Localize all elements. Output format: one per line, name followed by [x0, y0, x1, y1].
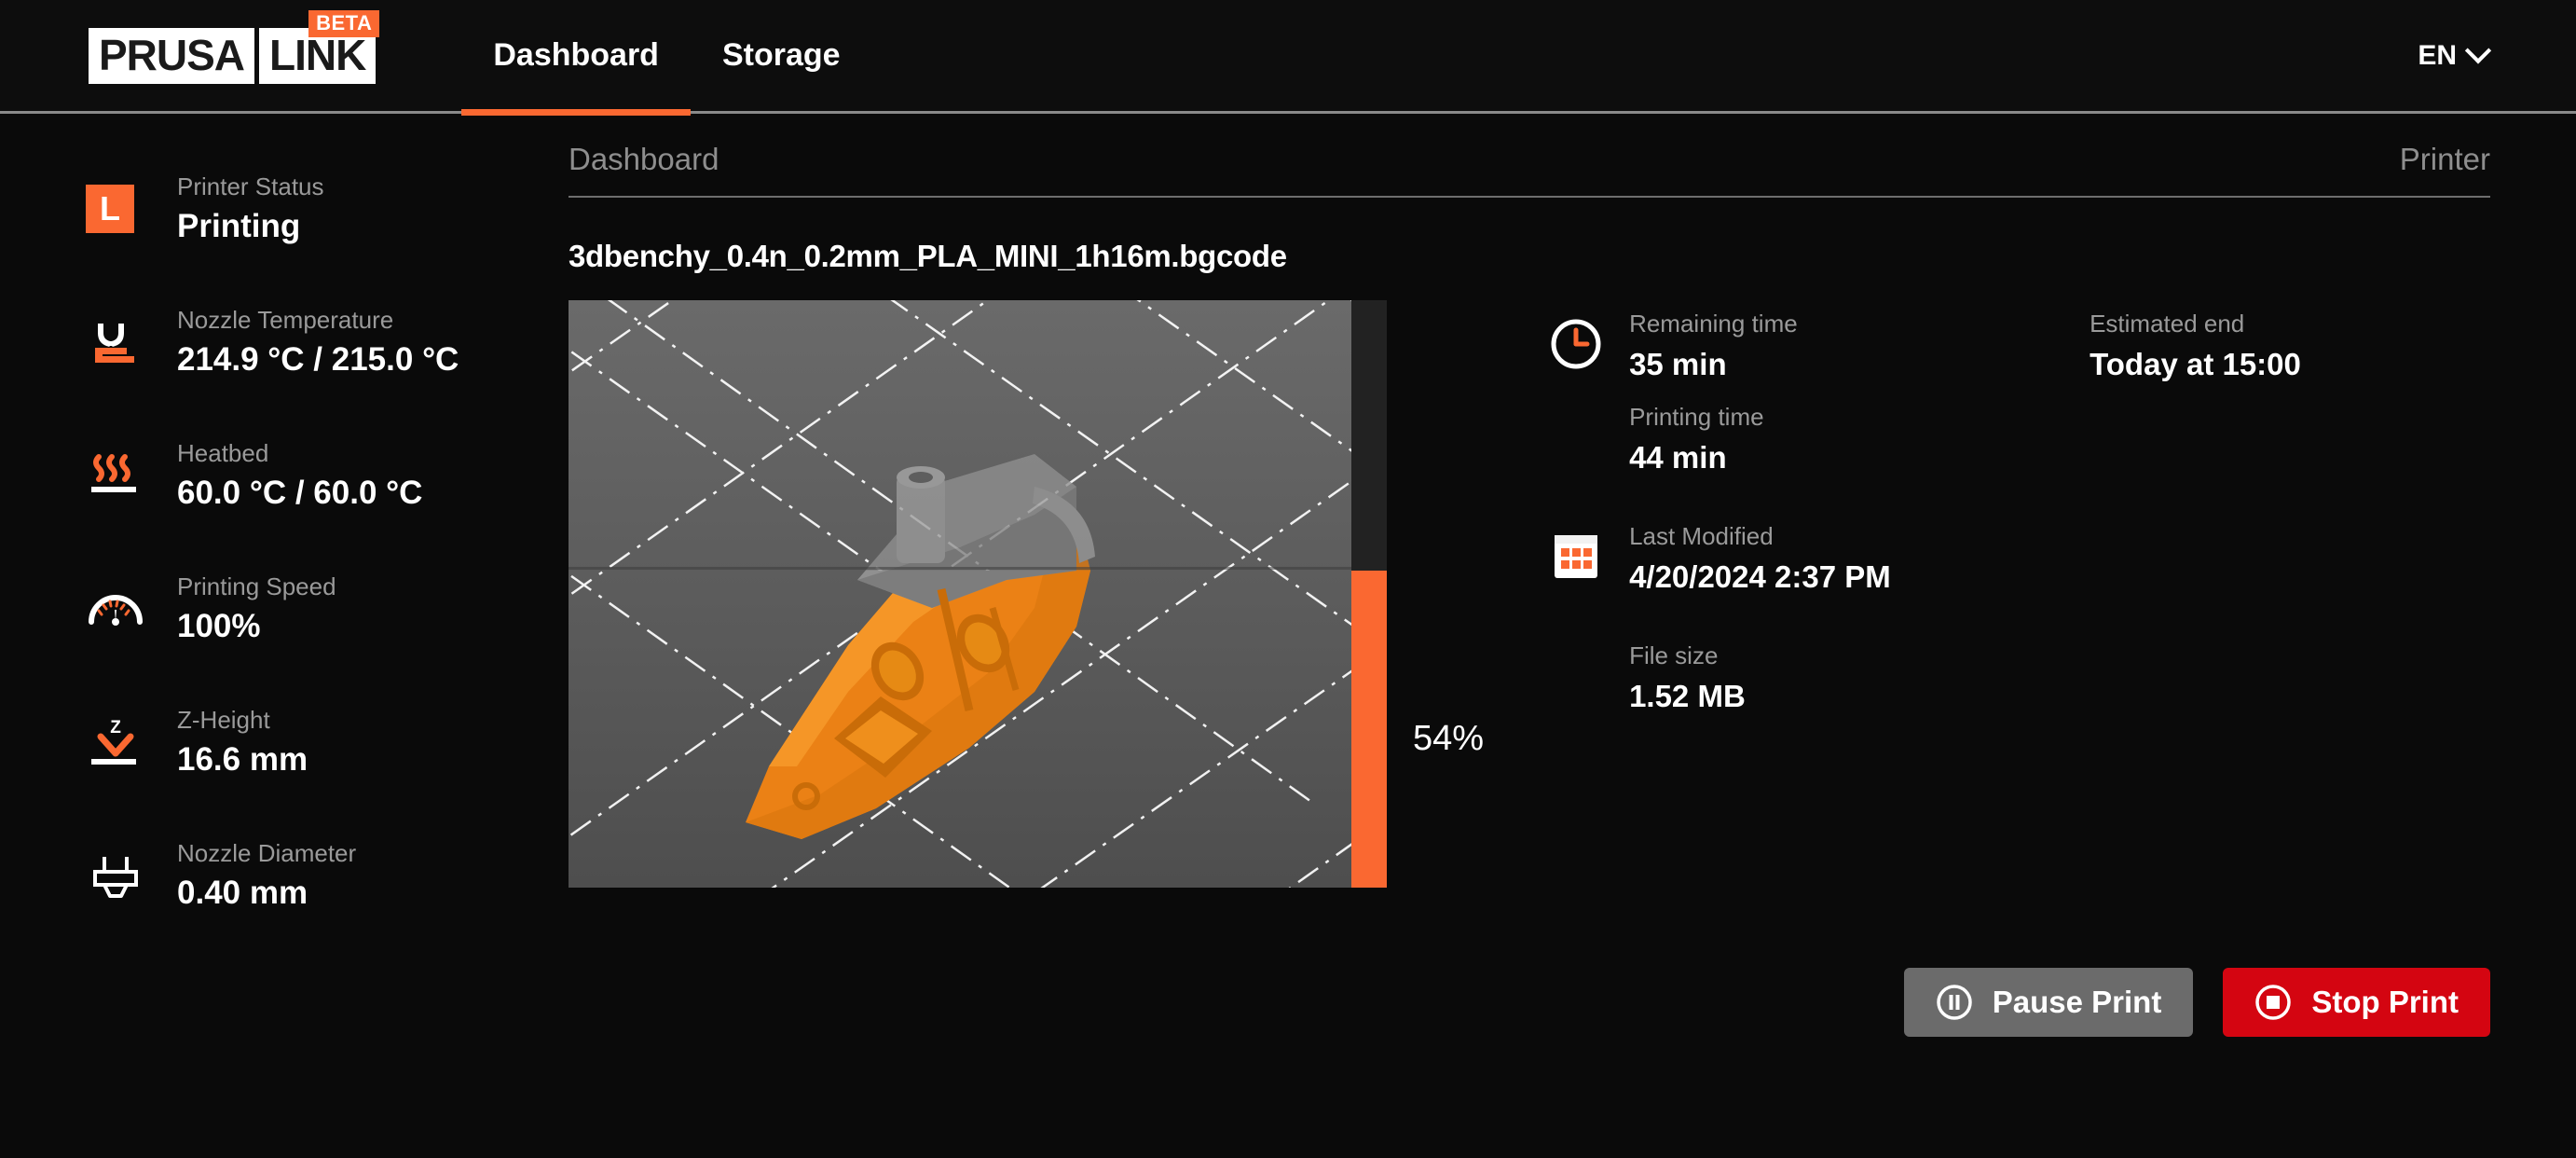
printer-status-label: Printer Status — [177, 172, 324, 200]
heatbed-value: 60.0 °C / 60.0 °C — [177, 475, 423, 511]
pause-icon — [1936, 984, 1973, 1021]
tab-dashboard[interactable]: Dashboard — [461, 0, 691, 116]
printing-time-label: Printing time — [1629, 403, 1764, 431]
sidebar-item-nozzle-temperature: Nozzle Temperature 214.9 °C / 215.0 °C — [86, 303, 569, 389]
nozzle-diameter-label: Nozzle Diameter — [177, 839, 357, 867]
svg-text:Z: Z — [110, 718, 121, 738]
estimated-end-value: Today at 15:00 — [2090, 347, 2301, 381]
logo-prusa-text: PRUSA — [89, 27, 255, 84]
info-grid-spacer-2 — [2090, 494, 2490, 613]
heatbed-icon — [86, 448, 145, 507]
info-last-modified: Last Modified 4/20/2024 2:37 PM — [1549, 520, 2071, 597]
print-progress-fill — [1351, 570, 1387, 888]
tab-storage[interactable]: Storage — [691, 0, 872, 113]
sidebar-item-printer-status: L Printer Status Printing — [86, 170, 569, 255]
sidebar-item-z-height: Z Z-Height 16.6 mm — [86, 703, 569, 789]
breadcrumb: Dashboard Printer — [569, 142, 2490, 198]
last-modified-value: 4/20/2024 2:37 PM — [1629, 559, 1891, 594]
app-header: PRUSA LINK BETA Dashboard Storage EN — [0, 0, 2576, 116]
language-selector[interactable]: EN — [2418, 36, 2492, 72]
printing-speed-label: Printing Speed — [177, 572, 336, 600]
info-estimated-end: Estimated end Today at 15:00 — [2090, 308, 2490, 384]
language-selector-label: EN — [2418, 39, 2457, 71]
chevron-down-icon — [2464, 36, 2492, 63]
heatbed-label: Heatbed — [177, 439, 269, 467]
z-height-icon: Z — [86, 714, 145, 774]
tab-dashboard-label: Dashboard — [493, 37, 659, 73]
calendar-icon — [1549, 530, 1603, 584]
last-modified-label: Last Modified — [1629, 522, 1774, 550]
file-size-value: 1.52 MB — [1629, 679, 1746, 713]
print-actions: Pause Print Stop Print — [569, 968, 2490, 1037]
sidebar-item-heatbed: Heatbed 60.0 °C / 60.0 °C — [86, 436, 569, 522]
printer-status-icon: L — [86, 181, 145, 241]
pause-print-label: Pause Print — [1992, 985, 2162, 1019]
info-grid-spacer-3 — [2090, 613, 2490, 733]
remaining-time-label: Remaining time — [1629, 310, 1798, 338]
breadcrumb-dashboard: Dashboard — [569, 142, 719, 176]
pause-print-button[interactable]: Pause Print — [1903, 968, 2194, 1037]
nozzle-temperature-icon — [86, 314, 145, 374]
printer-status-sidebar: L Printer Status Printing Nozzle Tempera… — [0, 142, 569, 1037]
z-height-label: Z-Height — [177, 706, 270, 734]
main-navigation: Dashboard Storage — [461, 0, 872, 116]
info-file-size: File size 1.52 MB — [1549, 640, 2071, 716]
z-height-value: 16.6 mm — [177, 741, 308, 778]
printing-time-value: 44 min — [1629, 440, 1727, 475]
prusa-link-logo[interactable]: PRUSA LINK BETA — [89, 9, 380, 85]
nozzle-temperature-value: 214.9 °C / 215.0 °C — [177, 341, 459, 378]
print-progress-bar — [1351, 300, 1387, 888]
print-job-filename: 3dbenchy_0.4n_0.2mm_PLA_MINI_1h16m.bgcod… — [569, 239, 1287, 273]
sidebar-item-printing-speed: Printing Speed 100% — [86, 570, 569, 655]
tab-storage-label: Storage — [721, 37, 841, 73]
print-preview-block: 54% — [569, 300, 1484, 888]
info-printing-time: Printing time 44 min — [1549, 401, 2071, 477]
stop-print-button[interactable]: Stop Print — [2223, 968, 2490, 1037]
printing-speed-value: 100% — [177, 608, 261, 644]
info-remaining-time: Remaining time 35 min — [1549, 308, 2071, 384]
nozzle-diameter-icon — [86, 848, 145, 907]
sidebar-item-nozzle-diameter: Nozzle Diameter 0.40 mm — [86, 836, 569, 922]
nozzle-diameter-value: 0.40 mm — [177, 875, 308, 911]
clock-icon — [1549, 317, 1603, 371]
beta-badge: BETA — [308, 9, 380, 37]
print-info-panel: Remaining time 35 min Estimated end Toda… — [1549, 300, 2490, 733]
printer-status-value: Printing — [177, 208, 301, 244]
dashboard-main: Dashboard Printer 3dbenchy_0.4n_0.2mm_PL… — [569, 142, 2576, 1037]
breadcrumb-printer: Printer — [2399, 142, 2490, 176]
estimated-end-label: Estimated end — [2090, 310, 2245, 338]
stop-icon — [2254, 984, 2292, 1021]
print-progress-percent: 54% — [1413, 718, 1485, 758]
stop-print-label: Stop Print — [2311, 985, 2459, 1019]
remaining-time-value: 35 min — [1629, 347, 1727, 381]
model-preview-thumbnail — [569, 300, 1351, 888]
file-size-label: File size — [1629, 641, 1719, 669]
nozzle-temperature-label: Nozzle Temperature — [177, 306, 394, 334]
info-grid-spacer — [2090, 401, 2490, 494]
speed-gauge-icon — [86, 581, 145, 641]
